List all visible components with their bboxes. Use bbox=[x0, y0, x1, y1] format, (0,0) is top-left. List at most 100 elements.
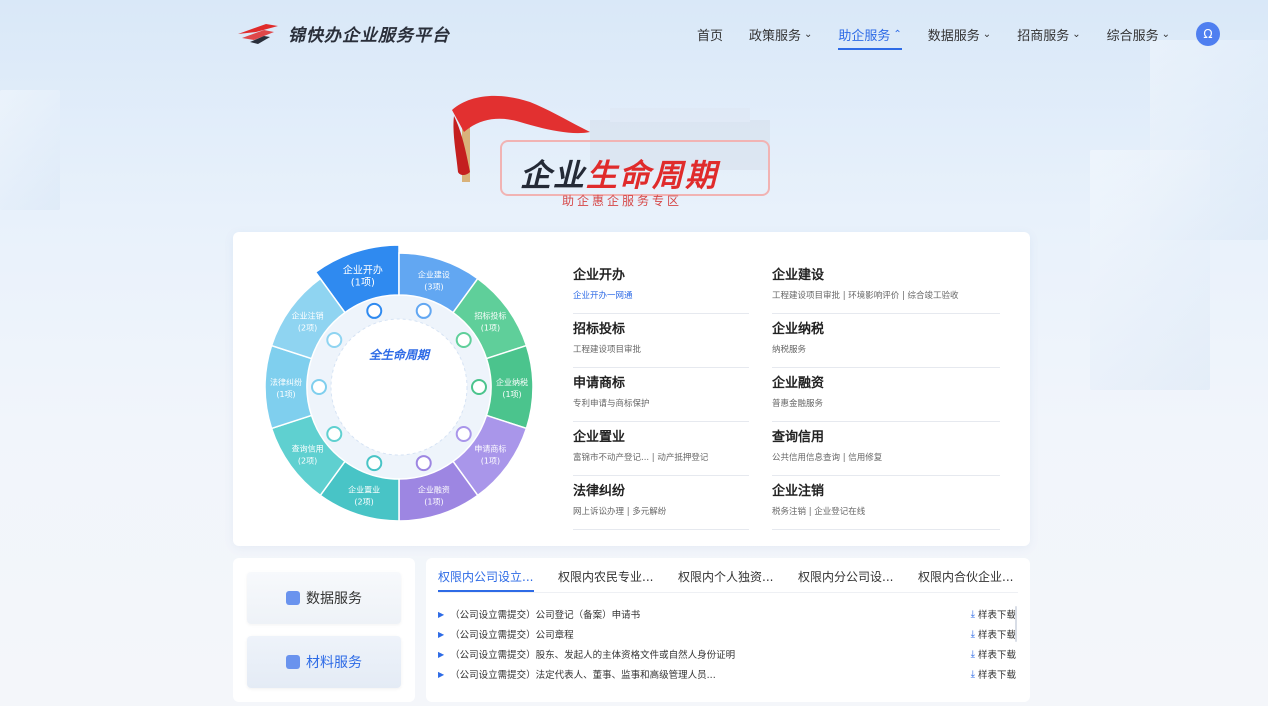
nav-home[interactable]: 首页 bbox=[697, 20, 723, 48]
category-item[interactable]: 查询信用公共信用信息查询 | 信用修复 bbox=[772, 422, 1000, 476]
list-item[interactable]: ▶ （公司设立需提交）法定代表人、董事、监事和高级管理人员... ⤓ 样表下载 bbox=[438, 664, 1016, 684]
logo-mark-icon bbox=[238, 24, 278, 44]
category-title: 招标投标 bbox=[573, 322, 626, 337]
wheel-segment-icon bbox=[471, 379, 487, 395]
download-link[interactable]: ⤓ 样表下载 bbox=[971, 607, 1016, 622]
category-title: 企业置业 bbox=[573, 430, 626, 445]
category-item[interactable]: 招标投标工程建设项目审批 bbox=[573, 314, 749, 368]
download-label: 样表下载 bbox=[977, 650, 1016, 661]
wheel-segment[interactable] bbox=[264, 344, 313, 430]
item-title: （公司设立需提交）公司章程 bbox=[450, 630, 574, 641]
material-service-button[interactable]: 材料服务 bbox=[247, 636, 401, 688]
wheel-segment-icon bbox=[326, 331, 343, 348]
user-avatar[interactable]: Ω bbox=[1196, 22, 1220, 46]
category-subtitle[interactable]: 网上诉讼办理 | 多元解纷 bbox=[573, 505, 749, 517]
category-subtitle[interactable]: 工程建设项目审批 bbox=[573, 343, 749, 355]
wheel-segment-icon bbox=[366, 455, 383, 472]
tab-company-setup[interactable]: 权限内公司设立... bbox=[438, 568, 558, 590]
category-item[interactable]: 企业建设 工程建设项目审批 | 环境影响评价 | 综合竣工验收 bbox=[772, 260, 1000, 314]
wheel-segment-label: 企业融资 bbox=[418, 484, 450, 494]
category-subtitle[interactable]: 富锦市不动产登记... | 动产抵押登记 bbox=[573, 451, 749, 463]
category-title: 企业融资 bbox=[772, 376, 825, 391]
download-icon: ⤓ bbox=[970, 628, 975, 640]
background-decoration bbox=[0, 90, 60, 210]
list-item[interactable]: ▶ （公司设立需提交）股东、发起人的主体资格文件或自然人身份证明 ⤓ 样表下载 bbox=[438, 644, 1016, 664]
data-service-button[interactable]: 数据服务 bbox=[247, 572, 401, 624]
item-title: （公司设立需提交）股东、发起人的主体资格文件或自然人身份证明 bbox=[450, 650, 736, 661]
tab-branch-company[interactable]: 权限内分公司设... bbox=[798, 568, 918, 590]
nav-data-services[interactable]: 数据服务 ⌄ bbox=[928, 20, 991, 48]
category-subtitle[interactable]: 纳税服务 bbox=[772, 343, 1000, 355]
hero-title-part2: 生命周期 bbox=[586, 158, 718, 194]
wheel-segment[interactable] bbox=[485, 344, 534, 430]
site-title: 锦快办企业服务平台 bbox=[288, 25, 450, 46]
bullet-triangle-icon: ▶ bbox=[438, 629, 445, 639]
category-item[interactable]: 申请商标 专利申请与商标保护 bbox=[573, 368, 749, 422]
nav-enterprise-assist[interactable]: 助企服务 ⌃ bbox=[838, 20, 903, 50]
scrollbar[interactable] bbox=[1015, 606, 1017, 642]
wheel-segment-label: 法律纠纷 bbox=[270, 377, 302, 387]
list-item[interactable]: ▶ （公司设立需提交）公司登记（备案）申请书 ⤓ 样表下载 bbox=[438, 604, 1016, 624]
hero-banner: 企业生命周期 助企惠企服务专区 bbox=[440, 92, 780, 212]
nav-label: 政策服务 bbox=[748, 28, 801, 44]
main-nav: 首页 政策服务 ⌄ 助企服务 ⌃ 数据服务 ⌄ 招商服务 ⌄ 综合服务 ⌄ Ω bbox=[671, 20, 1220, 50]
user-icon: Ω bbox=[1203, 27, 1213, 41]
materials-tabs: 权限内公司设立... 权限内农民专业... 权限内个人独资... 权限内分公司设… bbox=[438, 568, 1038, 590]
category-subtitle[interactable]: 企业开办一网通 bbox=[573, 289, 749, 301]
category-subtitle[interactable]: 专利申请与商标保护 bbox=[573, 397, 749, 409]
category-subtitle[interactable]: 工程建设项目审批 | 环境影响评价 | 综合竣工验收 bbox=[772, 289, 1000, 301]
tab-farmer-cooperative[interactable]: 权限内农民专业... bbox=[558, 568, 678, 590]
category-title: 企业注销 bbox=[772, 484, 825, 499]
category-item[interactable]: 企业开办 企业开办一网通 bbox=[573, 260, 749, 314]
nav-general-services[interactable]: 综合服务 ⌄ bbox=[1107, 20, 1170, 48]
category-subtitle[interactable]: 公共信用信息查询 | 信用修复 bbox=[772, 451, 1000, 463]
wheel-segment-label: 企业开办 bbox=[343, 264, 383, 277]
nav-policy-services[interactable]: 政策服务 ⌄ bbox=[749, 20, 812, 48]
wheel-segment-icon bbox=[311, 379, 327, 395]
site-logo[interactable]: 锦快办企业服务平台 bbox=[236, 20, 450, 46]
tab-sole-proprietorship[interactable]: 权限内个人独资... bbox=[678, 568, 798, 590]
download-icon: ⤓ bbox=[970, 648, 975, 660]
download-link[interactable]: ⤓ 样表下载 bbox=[970, 627, 1016, 642]
wheel-segment-label: 招标投标 bbox=[474, 311, 506, 321]
category-item[interactable]: 企业纳税 纳税服务 bbox=[772, 314, 1000, 368]
wheel-segment-count: (1项) bbox=[481, 456, 500, 465]
category-item[interactable]: 企业注销税务注销 | 企业登记在线 bbox=[772, 476, 1000, 530]
download-link[interactable]: ⤓ 样表下载 bbox=[970, 667, 1016, 682]
list-item[interactable]: ▶ （公司设立需提交）公司章程 ⤓ 样表下载 bbox=[438, 624, 1016, 644]
category-item[interactable]: 企业置业富锦市不动产登记... | 动产抵押登记 bbox=[573, 422, 749, 476]
wheel-segment-label: 企业建设 bbox=[418, 270, 450, 280]
item-title: （公司设立需提交）法定代表人、董事、监事和高级管理人员... bbox=[450, 670, 716, 681]
wheel-segment-count: (1项) bbox=[424, 497, 443, 506]
wheel-segment-count: (1项) bbox=[276, 390, 295, 399]
wheel-segment-count: (1项) bbox=[351, 277, 375, 289]
wheel-segment-count: (3项) bbox=[424, 283, 443, 292]
wheel-segment-label: 企业置业 bbox=[348, 484, 380, 494]
category-subtitle[interactable]: 普惠金融服务 bbox=[772, 397, 1000, 409]
chevron-down-icon: ⌄ bbox=[1161, 28, 1170, 40]
chevron-up-icon: ⌃ bbox=[893, 28, 902, 40]
tab-partnership[interactable]: 权限内合伙企业... bbox=[918, 568, 1038, 590]
materials-list: ▶ （公司设立需提交）公司登记（备案）申请书 ⤓ 样表下载 ▶ （公司设立需提交）公司章… bbox=[438, 604, 1016, 684]
download-label: 样表下载 bbox=[977, 630, 1016, 641]
material-service-label: 材料服务 bbox=[306, 655, 362, 671]
download-icon: ⤓ bbox=[970, 668, 975, 680]
bullet-triangle-icon: ▶ bbox=[438, 609, 445, 619]
wheel-segment-label: 企业纳税 bbox=[496, 377, 528, 387]
wheel-center-circle bbox=[330, 318, 468, 456]
tab-divider bbox=[438, 592, 1018, 593]
category-column-left: 企业开办 企业开办一网通 招标投标 工程建设项目审批 申请商标 专利申请与商标保护 企业置业… bbox=[573, 260, 749, 530]
category-item[interactable]: 法律纠纷网上诉讼办理 | 多元解纷 bbox=[573, 476, 749, 530]
download-label: 样表下载 bbox=[977, 670, 1016, 681]
chevron-down-icon: ⌄ bbox=[1072, 28, 1081, 40]
nav-investment-services[interactable]: 招商服务 ⌄ bbox=[1017, 20, 1080, 48]
nav-label: 首页 bbox=[696, 28, 723, 44]
download-link[interactable]: ⤓ 样表下载 bbox=[970, 647, 1016, 662]
category-title: 查询信用 bbox=[772, 430, 825, 445]
material-service-icon bbox=[286, 655, 300, 669]
category-subtitle[interactable]: 税务注销 | 企业登记在线 bbox=[772, 505, 1000, 517]
category-item[interactable]: 企业融资普惠金融服务 bbox=[772, 368, 1000, 422]
category-title: 法律纠纷 bbox=[573, 484, 626, 499]
bullet-triangle-icon: ▶ bbox=[438, 649, 445, 659]
item-title: （公司设立需提交）公司登记（备案）申请书 bbox=[450, 610, 641, 621]
